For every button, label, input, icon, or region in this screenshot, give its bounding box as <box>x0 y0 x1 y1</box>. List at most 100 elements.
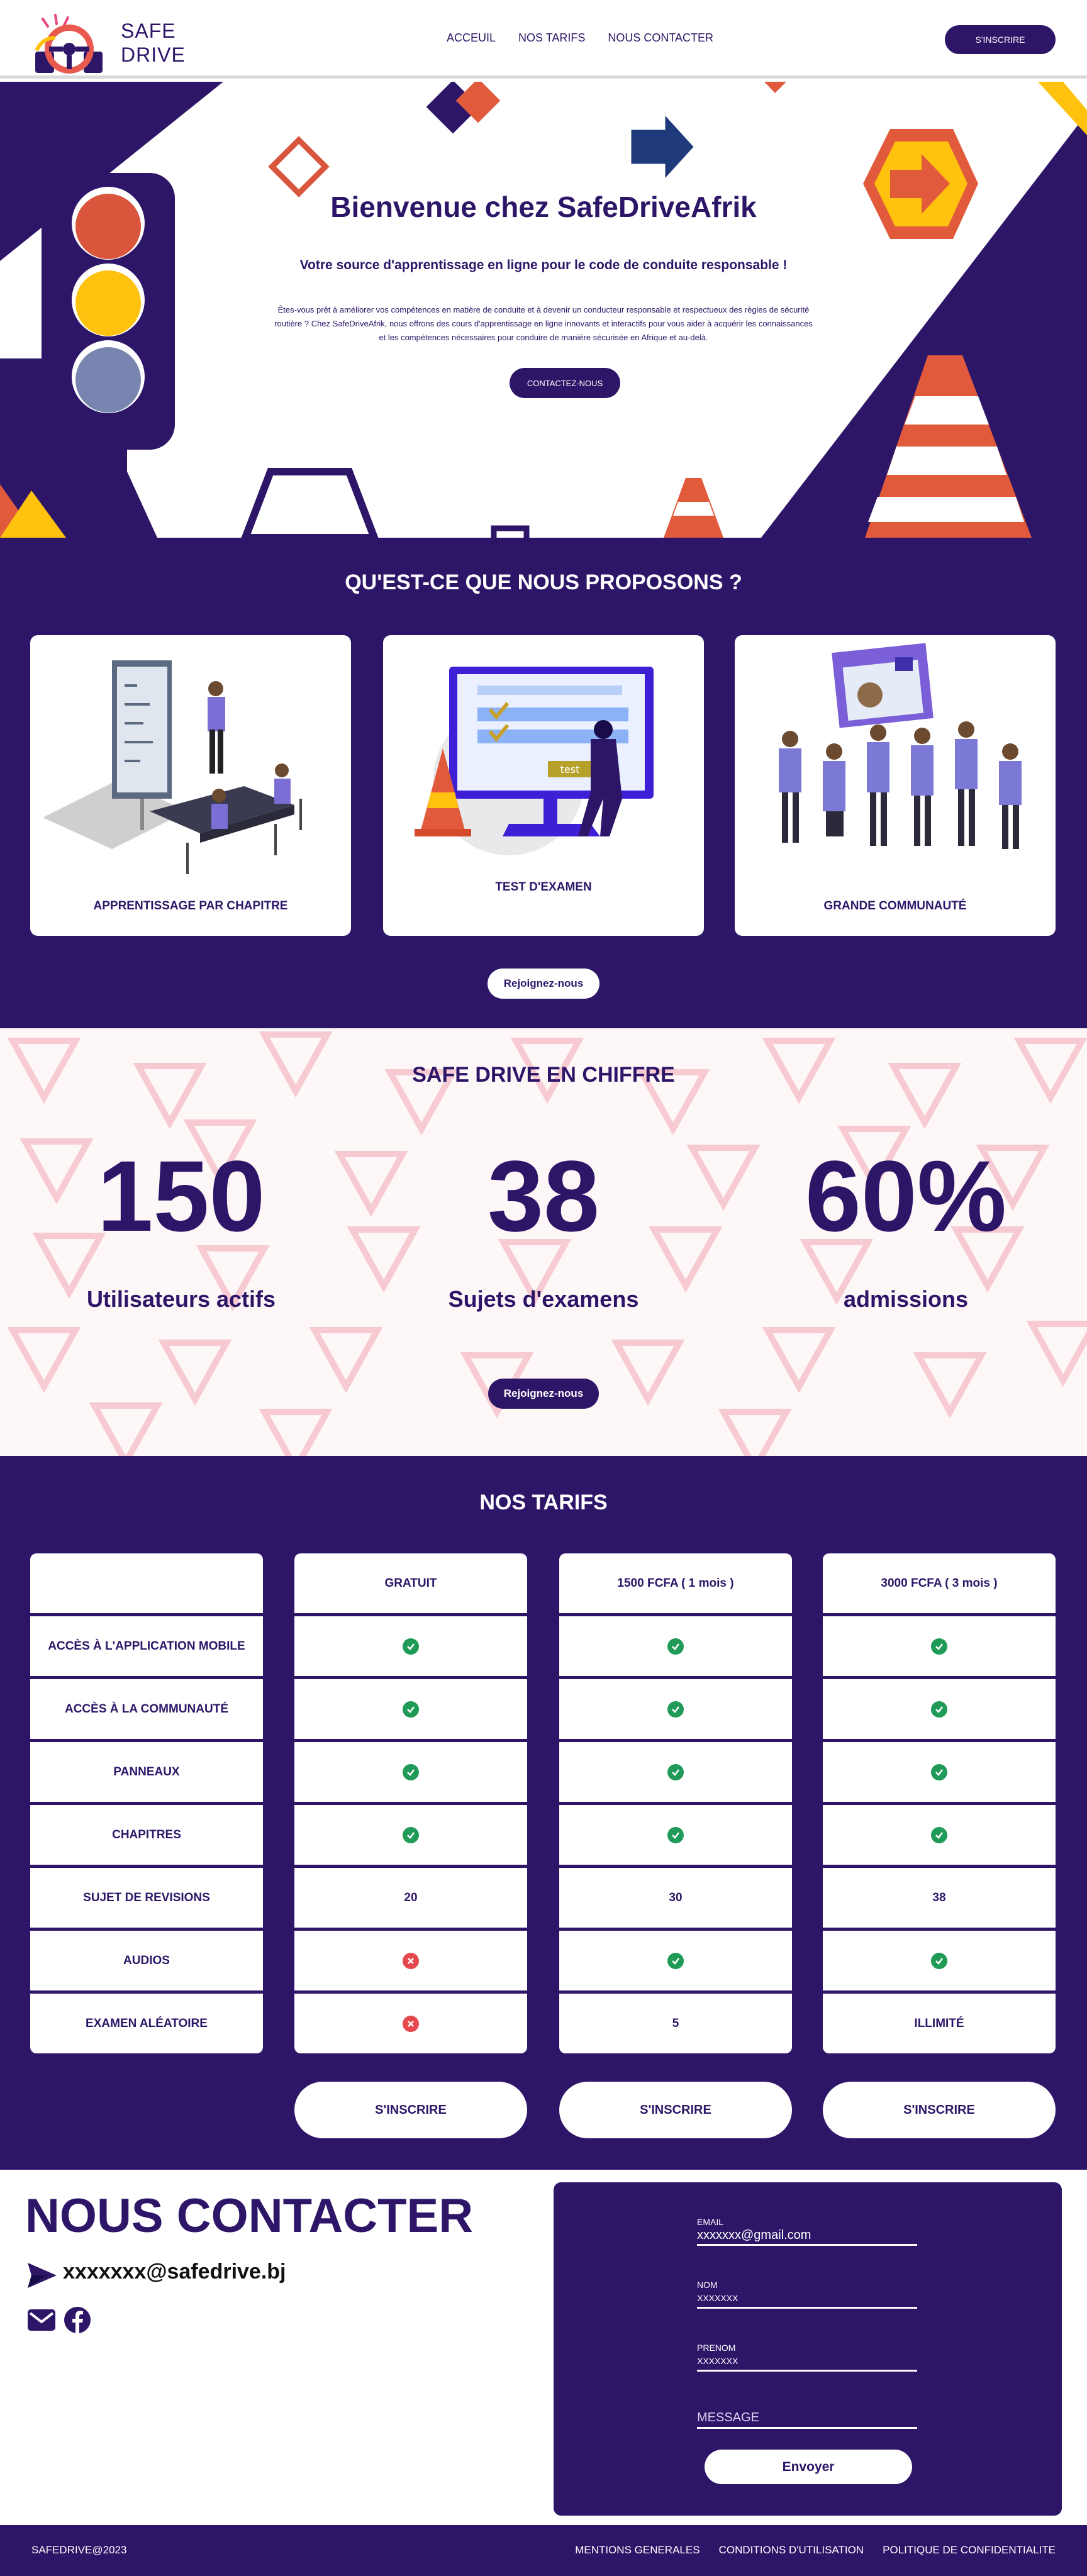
stat-value: 150 <box>97 1140 265 1252</box>
feature-included-cell <box>294 1616 527 1676</box>
classroom-illustration <box>43 660 302 874</box>
offer-card-communaute[interactable]: GRANDE COMMUNAUTÉ <box>735 635 1056 936</box>
brand-name: SAFE DRIVE <box>121 19 186 67</box>
prenom-label: PRENOM <box>697 2343 736 2353</box>
offer-card-label: TEST D'EXAMEN <box>495 880 592 894</box>
pricing-title: NOS TARIFS <box>479 1491 608 1514</box>
offer-card-label: GRANDE COMMUNAUTÉ <box>823 899 967 913</box>
email-field[interactable]: xxxxxxx@gmail.com <box>697 2227 917 2246</box>
feature-included-cell <box>559 1931 792 1990</box>
feature-included-cell <box>559 1805 792 1865</box>
feature-included-cell <box>294 1805 527 1865</box>
hero-title: Bienvenue chez SafeDriveAfrik <box>330 191 757 223</box>
feature-included-cell <box>823 1616 1056 1676</box>
main-nav: ACCEUIL NOS TARIFS NOUS CONTACTER <box>447 31 713 45</box>
feature-label: AUDIOS <box>30 1931 263 1990</box>
footer-links: MENTIONS GENERALES CONDITIONS D'UTILISAT… <box>575 2544 1056 2557</box>
message-field[interactable]: MESSAGE <box>697 2409 917 2429</box>
check-icon <box>931 1638 947 1655</box>
check-icon <box>667 1701 684 1718</box>
feature-included-cell <box>559 1679 792 1739</box>
feature-label: PANNEAUX <box>30 1742 263 1802</box>
exam-test-illustration: test <box>415 667 654 855</box>
mail-icon[interactable] <box>28 2309 55 2331</box>
join-button[interactable]: Rejoignez-nous <box>488 1379 599 1409</box>
feature-value-cell: 20 <box>294 1868 527 1928</box>
feature-label: EXAMEN ALÉATOIRE <box>30 1994 263 2053</box>
brand-line-1: SAFE <box>121 19 176 42</box>
hero-section: Bienvenue chez SafeDriveAfrik Votre sour… <box>0 82 1087 538</box>
send-icon <box>28 2263 57 2288</box>
contact-form: EMAIL xxxxxxx@gmail.com NOM XXXXXXX PREN… <box>554 2182 1062 2516</box>
contact-us-button[interactable]: CONTACTEZ-NOUS <box>510 368 620 398</box>
nav-accueil[interactable]: ACCEUIL <box>447 31 496 45</box>
offers-section: QU'EST-CE QUE NOUS PROPOSONS ? APPRENTIS… <box>0 538 1087 1028</box>
site-footer: SAFEDRIVE@2023 MENTIONS GENERALES CONDIT… <box>0 2525 1087 2576</box>
nav-tarifs[interactable]: NOS TARIFS <box>518 31 585 45</box>
feature-label: ACCÈS À L'APPLICATION MOBILE <box>30 1616 263 1676</box>
email-label: EMAIL <box>697 2217 724 2227</box>
join-button[interactable]: Rejoignez-nous <box>488 969 599 999</box>
test-screen-text: test <box>560 763 580 775</box>
check-icon <box>931 1952 947 1969</box>
stat-label: Sujets d'examens <box>448 1286 639 1312</box>
contact-email[interactable]: xxxxxxx@safedrive.bj <box>63 2260 286 2284</box>
nom-label: NOM <box>697 2280 718 2290</box>
check-icon <box>931 1701 947 1718</box>
signup-button[interactable]: S'INSCRIRE <box>945 25 1056 54</box>
offers-title: QU'EST-CE QUE NOUS PROPOSONS ? <box>345 570 742 594</box>
nom-field[interactable]: XXXXXXX <box>697 2290 917 2309</box>
feature-included-cell <box>823 1805 1056 1865</box>
stat-label: Utilisateurs actifs <box>86 1286 276 1312</box>
feature-value-cell: 38 <box>823 1868 1056 1928</box>
stat-value: 38 <box>488 1140 599 1252</box>
check-icon <box>403 1638 419 1655</box>
check-icon <box>931 1763 947 1780</box>
hero-description: Êtes-vous prêt à améliorer vos compétenc… <box>274 305 813 342</box>
check-icon <box>667 1826 684 1843</box>
offer-card-chapitres[interactable]: APPRENTISSAGE PAR CHAPITRE <box>30 635 351 936</box>
feature-included-cell <box>823 1679 1056 1739</box>
stat-value: 60% <box>805 1140 1007 1252</box>
footer-link-confidentialite[interactable]: POLITIQUE DE CONFIDENTIALITE <box>883 2544 1056 2557</box>
pricing-plan-column: GRATUIT 20 <box>294 1553 527 2057</box>
plan-name: 3000 FCFA ( 3 mois ) <box>823 1553 1056 1613</box>
send-button[interactable]: Envoyer <box>705 2450 912 2484</box>
prenom-field[interactable]: XXXXXXX <box>697 2353 917 2372</box>
stats-title: SAFE DRIVE EN CHIFFRE <box>412 1063 675 1087</box>
check-icon <box>403 1763 419 1780</box>
pricing-plan-column: 3000 FCFA ( 3 mois ) 38 ILLIMITÉ <box>823 1553 1056 2057</box>
offer-card-test[interactable]: test TEST D'EXAMEN <box>383 635 704 936</box>
feature-included-cell <box>559 1742 792 1802</box>
footer-link-mentions[interactable]: MENTIONS GENERALES <box>575 2544 700 2557</box>
stat-label: admissions <box>843 1286 969 1312</box>
feature-included-cell <box>294 1679 527 1739</box>
contact-section: NOUS CONTACTER xxxxxxx@safedrive.bj EMAI… <box>0 2170 1087 2525</box>
footer-copyright: SAFEDRIVE@2023 <box>31 2544 127 2556</box>
nav-contact[interactable]: NOUS CONTACTER <box>608 31 713 45</box>
plan-name: GRATUIT <box>294 1553 527 1613</box>
contact-title: NOUS CONTACTER <box>25 2189 474 2243</box>
pricing-features-column: ACCÈS À L'APPLICATION MOBILE ACCÈS À LA … <box>30 1553 263 2057</box>
feature-excluded-cell <box>294 1931 527 1990</box>
check-icon <box>667 1763 684 1780</box>
plan-signup-button[interactable]: S'INSCRIRE <box>294 2082 527 2138</box>
feature-included-cell <box>294 1742 527 1802</box>
check-icon <box>403 1701 419 1718</box>
feature-label: ACCÈS À LA COMMUNAUTÉ <box>30 1679 263 1739</box>
plan-signup-button[interactable]: S'INSCRIRE <box>559 2082 792 2138</box>
feature-value-cell: 30 <box>559 1868 792 1928</box>
cross-icon <box>403 1952 419 1969</box>
plan-signup-button[interactable]: S'INSCRIRE <box>823 2082 1056 2138</box>
hero-subtitle: Votre source d'apprentissage en ligne po… <box>299 258 788 272</box>
logo-icon[interactable] <box>30 13 112 75</box>
check-icon <box>931 1826 947 1843</box>
brand-line-2: DRIVE <box>121 43 186 66</box>
feature-value-cell: ILLIMITÉ <box>823 1994 1056 2053</box>
message-field-group: MESSAGE <box>697 2409 917 2429</box>
nom-field-group: NOM XXXXXXX <box>697 2280 917 2309</box>
footer-link-conditions[interactable]: CONDITIONS D'UTILISATION <box>719 2544 864 2557</box>
facebook-icon[interactable] <box>64 2307 91 2333</box>
site-header: SAFE DRIVE ACCEUIL NOS TARIFS NOUS CONTA… <box>0 0 1087 79</box>
prenom-field-group: PRENOM XXXXXXX <box>697 2343 917 2372</box>
